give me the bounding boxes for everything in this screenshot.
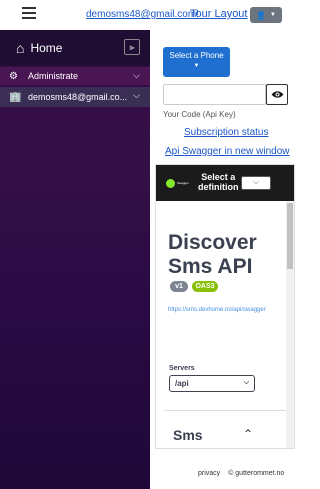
privacy-link[interactable]: privacy <box>198 470 220 477</box>
subscription-status-link[interactable]: Subscription status <box>184 127 269 138</box>
user-icon: 👤 <box>256 10 266 20</box>
chevron-down-icon: ⌵ <box>133 90 140 100</box>
swagger-url-link[interactable]: https://sms.devhome.no/api/swagger <box>168 307 266 313</box>
sidebar-item-administrate[interactable]: ⚙ Administrate ⌵ <box>0 67 150 85</box>
select-definition-label: Select a definition <box>198 172 239 192</box>
user-menu-button[interactable]: 👤 ▼ <box>250 7 282 23</box>
server-select[interactable]: /api ⌵ <box>169 375 255 392</box>
home-icon: ⌂ <box>16 40 25 56</box>
sidebar-home-label: Home <box>30 41 63 55</box>
api-title: Discover Sms API <box>168 231 257 279</box>
tour-layout-link[interactable]: Tour Layout <box>190 8 247 20</box>
chevron-down-icon: ⌵ <box>243 379 249 386</box>
show-key-button[interactable] <box>266 84 288 105</box>
swagger-frame: Swagger Select a definition ⌵ Discover S… <box>155 164 295 449</box>
sidebar-home[interactable]: ⌂ Home ⫸ <box>0 30 150 66</box>
api-key-input[interactable] <box>163 84 266 105</box>
hamburger-menu-icon[interactable] <box>22 7 36 21</box>
select-definition-line2: definition <box>198 182 239 192</box>
select-phone-label: Select a Phone <box>169 51 224 60</box>
building-icon: 🏢 <box>9 91 22 103</box>
servers-label: Servers <box>169 365 195 372</box>
select-definition-line1: Select a <box>201 172 236 182</box>
divider <box>164 410 288 411</box>
api-title-line1: Discover <box>168 231 257 254</box>
api-key-label: Your Code (Api Key) <box>163 110 236 119</box>
api-title-line2: Sms API <box>168 255 253 278</box>
chevron-down-icon: ⌵ <box>253 179 259 186</box>
scrollbar-thumb[interactable] <box>287 203 293 269</box>
server-select-value: /api <box>175 379 189 388</box>
version-badge: v1 <box>170 281 188 292</box>
select-phone-button[interactable]: Select a Phone ▼ <box>163 47 230 77</box>
eye-icon <box>271 91 283 98</box>
oas-badge: OAS3 <box>192 281 218 292</box>
api-swagger-link[interactable]: Api Swagger in new window <box>165 146 290 157</box>
caret-down-icon: ▼ <box>193 63 200 69</box>
sidebar-item-label: demosms48@gmail.co... <box>28 92 128 102</box>
sms-tag-heading[interactable]: Sms <box>173 427 203 443</box>
user-email-link[interactable]: demosms48@gmail.com! <box>86 9 199 20</box>
sidebar: ⌂ Home ⫸ ⚙ Administrate ⌵ 🏢 demosms48@gm… <box>0 30 150 489</box>
main-panel: Select a Phone ▼ Your Code (Api Key) Sub… <box>150 30 300 489</box>
caret-down-icon: ▼ <box>270 12 276 18</box>
footer: privacy © gutterommet.no <box>198 470 284 477</box>
sidebar-item-label: Administrate <box>28 71 79 81</box>
chevron-down-icon: ⌵ <box>133 70 140 80</box>
swagger-logo-icon <box>166 178 175 188</box>
definition-dropdown[interactable]: ⌵ <box>241 176 271 190</box>
swagger-header: Swagger Select a definition ⌵ <box>156 165 294 201</box>
sidebar-item-account[interactable]: 🏢 demosms48@gmail.co... ⌵ <box>0 87 150 107</box>
collapse-sidebar-button[interactable]: ⫸ <box>124 39 140 55</box>
swagger-logo-text: Swagger <box>177 181 189 185</box>
chevron-up-icon[interactable]: ⌃ <box>243 427 253 441</box>
gear-icon: ⚙ <box>9 70 18 82</box>
copyright-text: © gutterommet.no <box>228 470 285 477</box>
double-chevron-down-icon: ⫸ <box>129 41 135 52</box>
top-bar: demosms48@gmail.com! Tour Layout 👤 ▼ <box>0 0 300 30</box>
swagger-scrollbar[interactable] <box>286 201 294 448</box>
